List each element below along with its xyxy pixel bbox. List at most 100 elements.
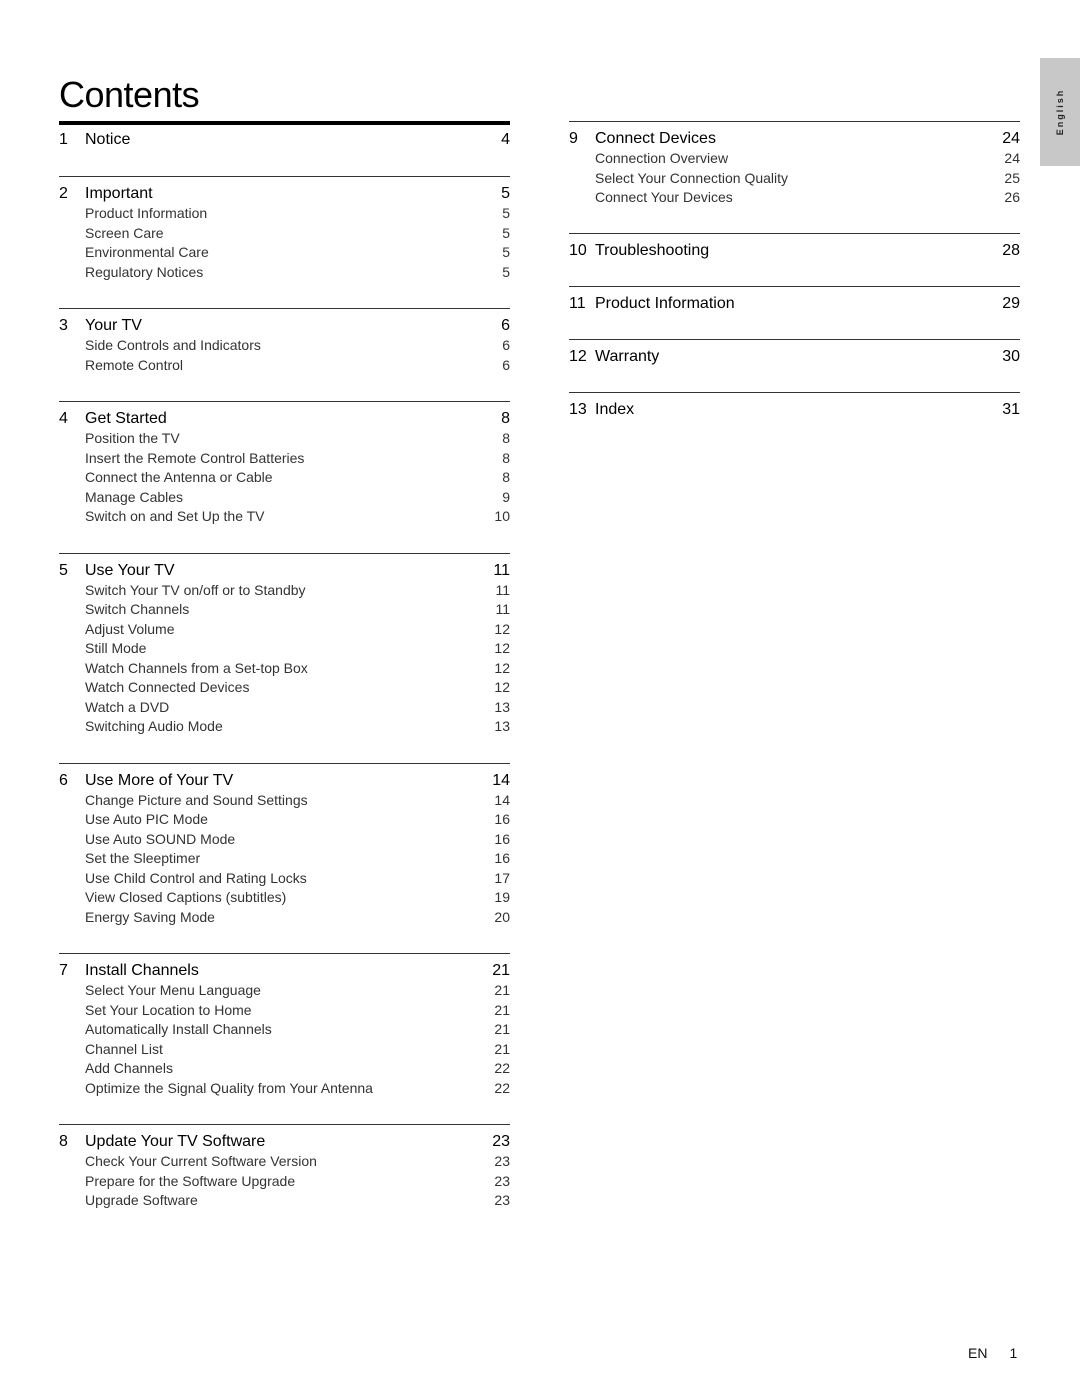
subsection-page: 5 [502,244,510,260]
toc-chapter-entry[interactable]: 10 Troubleshooting 28 [569,240,1020,261]
toc-subsection-entry[interactable]: Product Information 5 [59,204,510,224]
toc-subsection-entry[interactable]: View Closed Captions (subtitles) 19 [59,888,510,908]
chapter-title: Important [85,185,153,202]
subsection-page: 17 [494,869,510,886]
subsection-title: Check Your Current Software Version [85,1153,317,1169]
chapter-page: 8 [501,410,510,427]
chapter-title: Get Started [85,410,167,427]
toc-subsection-entry[interactable]: Add Channels 22 [59,1059,510,1079]
toc-subsection-entry[interactable]: Use Child Control and Rating Locks 17 [59,869,510,889]
chapter-title: Use Your TV [85,561,175,579]
toc-subsection-entry[interactable]: Side Controls and Indicators 6 [59,336,510,356]
toc-subsection-entry[interactable]: Switch Your TV on/off or to Standby 11 [59,581,510,601]
toc-chapter-entry[interactable]: 13 Index 31 [569,399,1020,420]
chapter-page: 29 [1002,294,1020,312]
toc-chapter-entry[interactable]: 6 Use More of Your TV 14 [59,770,510,791]
toc-subsection-entry[interactable]: Watch Channels from a Set-top Box 12 [59,659,510,679]
toc-chapter-entry[interactable]: 9 Connect Devices 24 [569,128,1020,149]
toc-subsection-entry[interactable]: Position the TV 8 [59,429,510,449]
chapter-title: Product Information [595,294,735,312]
chapter-title: Update Your TV Software [85,1133,266,1150]
subsection-title: Set the Sleeptimer [85,850,201,866]
chapter-number: 8 [59,1133,68,1150]
toc-subsection-entry[interactable]: Watch a DVD 13 [59,698,510,718]
toc-subsection-entry[interactable]: Adjust Volume 12 [59,620,510,640]
toc-left-column: 1 Notice 4 2 Important 5 Product Information 5 S… [59,121,510,1237]
toc-section: 8 Update Your TV Software 23 Check Your Cur… [59,1124,510,1237]
toc-subsection-entry[interactable]: Insert the Remote Control Batteries 8 [59,449,510,469]
toc-subsection-entry[interactable]: Energy Saving Mode 20 [59,908,510,928]
toc-subsection-entry[interactable]: Channel List 21 [59,1040,510,1060]
toc-subsection-entry[interactable]: Optimize the Signal Quality from Your An… [59,1079,510,1099]
chapter-page: 6 [501,317,510,334]
toc-subsection-entry[interactable]: Screen Care 5 [59,224,510,244]
toc-subsection-entry[interactable]: Switch Channels 11 [59,600,510,620]
toc-chapter-entry[interactable]: 3 Your TV 6 [59,315,510,336]
toc-subsection-entry[interactable]: Connection Overview 24 [569,149,1020,169]
toc-section: 9 Connect Devices 24 Connection Overview 24 S… [569,121,1020,233]
toc-chapter-entry[interactable]: 1 Notice 4 [59,129,510,150]
chapter-title: Notice [85,131,131,148]
subsection-title: Energy Saving Mode [85,908,215,925]
toc-subsection-entry[interactable]: Regulatory Notices 5 [59,263,510,283]
page-footer: EN 1 [968,1345,1017,1361]
chapter-number: 9 [569,130,578,147]
toc-subsection-entry[interactable]: Select Your Connection Quality 25 [569,169,1020,189]
subsection-title: Regulatory Notices [85,263,204,280]
toc-subsection-entry[interactable]: Switch on and Set Up the TV 10 [59,507,510,527]
toc-chapter-entry[interactable]: 12 Warranty 30 [569,346,1020,367]
subsection-title: Use Auto PIC Mode [85,811,208,827]
subsection-title: Set Your Location to Home [85,1001,252,1018]
toc-chapter-entry[interactable]: 8 Update Your TV Software 23 [59,1131,510,1152]
subsection-page: 25 [1004,169,1020,186]
subsection-title: Channel List [85,1040,163,1057]
chapter-page: 30 [1002,347,1020,365]
subsection-title: Insert the Remote Control Batteries [85,449,305,466]
chapter-title: Warranty [595,347,660,365]
chapter-title: Troubleshooting [595,241,710,259]
subsection-title: Watch Connected Devices [85,679,250,695]
toc-subsection-entry[interactable]: Check Your Current Software Version 23 [59,1152,510,1172]
toc-chapter-entry[interactable]: 11 Product Information 29 [569,293,1020,314]
toc-subsection-entry[interactable]: Switching Audio Mode 13 [59,717,510,737]
page-title: Contents [59,74,200,116]
subsection-title: Switch on and Set Up the TV [85,508,265,524]
toc-section: 4 Get Started 8 Position the TV 8 Insert the … [59,401,510,553]
subsection-page: 21 [494,1040,510,1057]
toc-subsection-entry[interactable]: Environmental Care 5 [59,243,510,263]
toc-subsection-entry[interactable]: Connect the Antenna or Cable 8 [59,468,510,488]
toc-chapter-entry[interactable]: 7 Install Channels 21 [59,960,510,981]
toc-subsection-entry[interactable]: Use Auto PIC Mode 16 [59,810,510,830]
chapter-page: 24 [1002,130,1020,147]
toc-subsection-entry[interactable]: Remote Control 6 [59,356,510,376]
subsection-title: Remote Control [85,356,184,373]
toc-subsection-entry[interactable]: Upgrade Software 23 [59,1191,510,1211]
toc-chapter-entry[interactable]: 4 Get Started 8 [59,408,510,429]
chapter-number: 12 [569,347,587,365]
toc-subsection-entry[interactable]: Connect Your Devices 26 [569,188,1020,208]
toc-subsection-entry[interactable]: Use Auto SOUND Mode 16 [59,830,510,850]
toc-subsection-entry[interactable]: Select Your Menu Language 21 [59,981,510,1001]
subsection-title: View Closed Captions (subtitles) [85,889,287,905]
toc-subsection-entry[interactable]: Still Mode 12 [59,639,510,659]
subsection-title: Select Your Menu Language [85,982,261,998]
subsection-title: Watch Channels from a Set-top Box [85,659,308,676]
toc-subsection-entry[interactable]: Set the Sleeptimer 16 [59,849,510,869]
toc-subsection-entry[interactable]: Change Picture and Sound Settings 14 [59,791,510,811]
subsection-page: 14 [494,791,510,808]
subsection-page: 12 [494,620,510,637]
chapter-title: Use More of Your TV [85,771,234,789]
subsection-page: 5 [502,263,510,280]
subsection-page: 16 [494,830,510,847]
toc-chapter-entry[interactable]: 2 Important 5 [59,183,510,204]
chapter-title: Connect Devices [595,130,716,147]
toc-subsection-entry[interactable]: Manage Cables 9 [59,488,510,508]
toc-subsection-entry[interactable]: Prepare for the Software Upgrade 23 [59,1172,510,1192]
toc-subsection-entry[interactable]: Automatically Install Channels 21 [59,1020,510,1040]
toc-chapter-entry[interactable]: 5 Use Your TV 11 [59,560,510,581]
language-tab-label: English [1055,88,1065,136]
toc-subsection-entry[interactable]: Watch Connected Devices 12 [59,678,510,698]
subsection-page: 21 [494,1021,510,1037]
toc-subsection-entry[interactable]: Set Your Location to Home 21 [59,1001,510,1021]
subsection-page: 26 [1004,189,1020,205]
